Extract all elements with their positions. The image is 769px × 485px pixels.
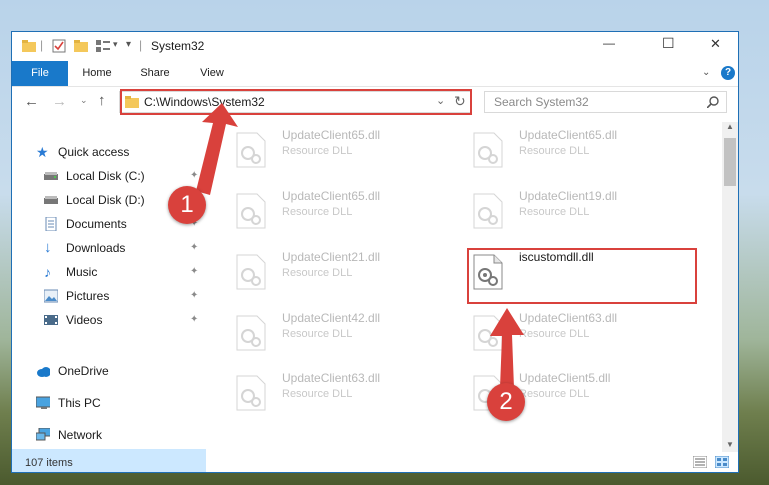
step-2-badge: 2 <box>487 383 525 421</box>
step-1-badge: 1 <box>168 186 206 224</box>
annotation-arrows <box>196 103 524 388</box>
arrow-to-file-icon <box>490 308 524 388</box>
arrow-to-address-icon <box>196 103 238 195</box>
